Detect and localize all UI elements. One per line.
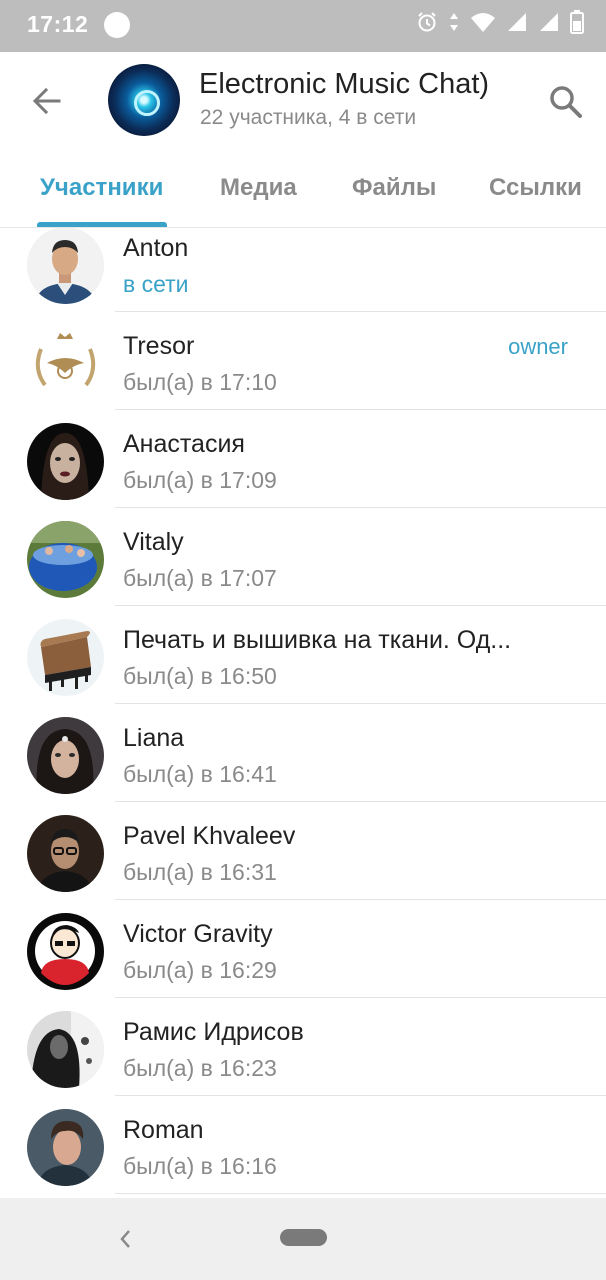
avatar bbox=[27, 717, 104, 794]
member-status: был(а) в 16:50 bbox=[123, 663, 277, 689]
back-button[interactable] bbox=[26, 80, 68, 122]
avatar bbox=[27, 228, 104, 304]
search-icon bbox=[550, 86, 582, 118]
member-status: был(а) в 16:31 bbox=[123, 859, 277, 885]
list-item[interactable]: Anton в сети bbox=[0, 228, 606, 312]
tab-media[interactable]: Медиа bbox=[220, 174, 297, 202]
member-status: был(а) в 16:41 bbox=[123, 761, 277, 787]
member-role-badge: owner bbox=[508, 334, 568, 359]
member-status: был(а) в 16:23 bbox=[123, 1055, 277, 1081]
member-status: был(а) в 17:07 bbox=[123, 565, 277, 591]
battery-icon bbox=[570, 10, 584, 39]
row-divider bbox=[115, 1193, 606, 1194]
search-button[interactable] bbox=[546, 82, 586, 122]
list-item[interactable]: Печать и вышивка на ткани. Од... был(а) … bbox=[0, 606, 606, 704]
list-item[interactable]: Victor Gravity был(а) в 16:29 bbox=[0, 900, 606, 998]
tab-members[interactable]: Участники bbox=[40, 174, 163, 202]
members-list: Anton в сети Tresor owner был(а) в 17:10 bbox=[0, 228, 606, 1195]
status-time: 17:12 bbox=[27, 11, 89, 37]
status-bar: 17:12 bbox=[0, 0, 606, 52]
list-item[interactable]: Roman был(а) в 16:16 bbox=[0, 1096, 606, 1194]
member-name: Tresor bbox=[123, 332, 195, 360]
chat-title[interactable]: Electronic Music Chat) bbox=[199, 68, 519, 101]
list-item[interactable]: Liana был(а) в 16:41 bbox=[0, 704, 606, 802]
member-status: был(а) в 16:29 bbox=[123, 957, 277, 983]
chat-subtitle: 22 участника, 4 в сети bbox=[200, 106, 417, 129]
member-status: в сети bbox=[123, 271, 189, 297]
list-item[interactable]: Vitaly был(а) в 17:07 bbox=[0, 508, 606, 606]
tab-links[interactable]: Ссылки bbox=[489, 174, 582, 202]
member-name: Roman bbox=[123, 1116, 204, 1144]
wifi-icon bbox=[470, 11, 496, 38]
alarm-icon bbox=[416, 11, 438, 38]
member-name: Анастасия bbox=[123, 430, 245, 458]
avatar bbox=[27, 913, 104, 990]
chat-header: Electronic Music Chat) 22 участника, 4 в… bbox=[0, 52, 606, 228]
member-name: Vitaly bbox=[123, 528, 184, 556]
chevron-left-icon bbox=[120, 1230, 130, 1248]
avatar bbox=[27, 619, 104, 696]
group-avatar[interactable] bbox=[108, 64, 180, 136]
member-name: Рамис Идрисов bbox=[123, 1018, 304, 1046]
tab-files[interactable]: Файлы bbox=[352, 174, 436, 202]
nav-home-pill[interactable] bbox=[280, 1229, 327, 1246]
system-nav-bar bbox=[0, 1198, 606, 1280]
avatar bbox=[27, 1011, 104, 1088]
notification-dot-icon bbox=[104, 12, 130, 38]
list-item[interactable]: Tresor owner был(а) в 17:10 bbox=[0, 312, 606, 410]
member-status: был(а) в 16:16 bbox=[123, 1153, 277, 1179]
status-icons bbox=[416, 10, 584, 39]
nav-back-button[interactable] bbox=[114, 1226, 136, 1252]
signal-icon bbox=[506, 11, 528, 38]
list-item[interactable]: Pavel Khvaleev был(а) в 16:31 bbox=[0, 802, 606, 900]
avatar bbox=[27, 521, 104, 598]
avatar bbox=[27, 815, 104, 892]
avatar-ring-shape bbox=[134, 90, 160, 116]
tab-bar: Участники Медиа Файлы Ссылки bbox=[0, 164, 606, 228]
data-arrows-icon bbox=[448, 11, 460, 38]
member-name: Anton bbox=[123, 234, 189, 262]
member-status: был(а) в 17:10 bbox=[123, 369, 277, 395]
avatar bbox=[27, 325, 104, 402]
member-status: был(а) в 17:09 bbox=[123, 467, 277, 493]
member-name: Печать и вышивка на ткани. Од... bbox=[123, 626, 512, 654]
list-item[interactable]: Рамис Идрисов был(а) в 16:23 bbox=[0, 998, 606, 1096]
member-name: Liana bbox=[123, 724, 185, 752]
member-name: Pavel Khvaleev bbox=[123, 822, 296, 850]
signal-icon-2 bbox=[538, 11, 560, 38]
list-item[interactable]: Анастасия был(а) в 17:09 bbox=[0, 410, 606, 508]
avatar bbox=[27, 1109, 104, 1186]
avatar bbox=[27, 423, 104, 500]
member-name: Victor Gravity bbox=[123, 920, 273, 948]
arrow-left-icon bbox=[32, 87, 61, 115]
